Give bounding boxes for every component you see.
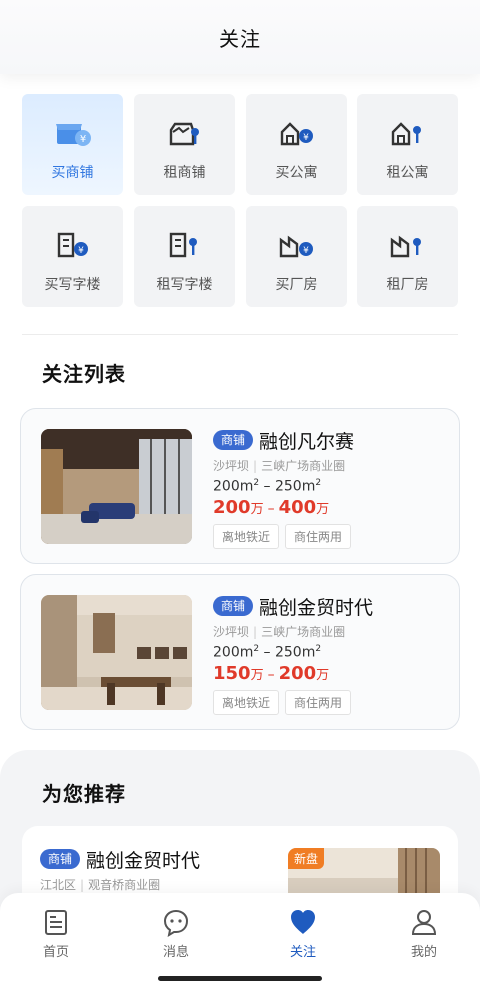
property-price: 150万 –200万 [213,662,330,684]
shop-rent-icon [169,122,199,146]
tab-messages[interactable]: 消息 [136,907,216,960]
category-label: 买公寓 [275,165,318,181]
property-name: 融创金贸时代 [259,596,374,619]
favorite-card[interactable]: 商铺 融创凡尔赛 沙坪坝 | 三峡广场商业圈 200m2 – 250m2 200万 –… [20,408,460,564]
property-image [41,429,192,544]
heart-icon [291,910,315,934]
property-info: 商铺 融创金贸时代 沙坪坝 | 三峡广场商业圈 200m2 – 250m2 150万… [213,593,453,715]
category-buy-shop[interactable]: ¥ 买商铺 [22,94,123,195]
main-content: ¥ 买商铺 租商铺 ¥ 买公寓 租公寓 ¥ 买写字楼 租写字楼 ¥ 买厂房 租厂… [0,74,480,984]
feature-badges: 离地铁近 商住两用 [213,523,453,549]
category-label: 租厂房 [386,277,429,293]
recommend-title: 为您推荐 [42,782,126,806]
tab-home[interactable]: 首页 [16,907,96,960]
category-label: 买厂房 [275,277,318,293]
tab-label: 消息 [162,945,189,960]
category-label: 买写字楼 [44,277,101,293]
tab-favorites[interactable]: 关注 [263,907,343,960]
business-area: 三峡广场商业圈 [261,625,346,639]
type-tag: 商铺 [213,430,254,450]
category-rent-office[interactable]: 租写字楼 [134,206,235,307]
svg-text:¥: ¥ [79,134,85,145]
favorite-card[interactable]: 商铺 融创金贸时代 沙坪坝 | 三峡广场商业圈 200m2 – 250m2 150万… [20,574,460,730]
business-area: 三峡广场商业圈 [261,459,346,473]
shop-buy-icon: ¥ [55,124,91,146]
tab-label: 首页 [42,945,69,960]
category-buy-factory[interactable]: ¥ 买厂房 [246,206,347,307]
office-buy-icon: ¥ [57,232,88,258]
property-area: 200m2 – 250m2 [213,478,322,495]
factory-buy-icon: ¥ [279,235,313,258]
feature-badge: 离地铁近 [213,689,280,715]
top-bar: 关注 [0,0,480,74]
district: 沙坪坝 [213,625,250,639]
category-label: 租写字楼 [156,277,213,293]
section-divider [22,334,458,335]
user-icon [411,910,437,935]
property-location: 沙坪坝 | 三峡广场商业圈 [213,459,346,473]
category-label: 租公寓 [386,165,429,181]
apartment-buy-icon: ¥ [280,122,313,146]
property-info: 商铺 融创凡尔赛 沙坪坝 | 三峡广场商业圈 200m2 – 250m2 200万 –… [213,427,453,549]
category-rent-apartment[interactable]: 租公寓 [357,94,458,195]
district: 沙坪坝 [213,459,250,473]
favorites-title: 关注列表 [42,362,126,386]
property-price: 200万 –400万 [213,496,330,518]
category-buy-office[interactable]: ¥ 买写字楼 [22,206,123,307]
tab-label: 我的 [410,945,437,960]
bottom-tab-bar: 首页 消息 关注 我的 [0,893,480,984]
category-buy-apartment[interactable]: ¥ 买公寓 [246,94,347,195]
property-location: 江北区 | 观音桥商业圈 [40,878,161,892]
feature-badge: 离地铁近 [213,523,280,549]
svg-text:¥: ¥ [303,246,309,256]
feature-badge: 商住两用 [285,523,352,549]
svg-text:¥: ¥ [78,246,84,256]
favorites-page: 关注 ¥ 买商铺 租商铺 ¥ 买公寓 租公寓 ¥ 买写字楼 租写字楼 ¥ 买厂房… [0,0,480,984]
property-name: 融创金贸时代 [86,849,201,872]
page-title: 关注 [219,26,261,51]
home-indicator [158,976,322,981]
property-info: 商铺 融创金贸时代 江北区 | 观音桥商业圈 [40,846,200,893]
message-icon [163,909,189,937]
category-label: 买商铺 [51,165,94,181]
apartment-rent-icon [391,122,421,146]
factory-rent-icon [390,235,421,258]
svg-text:¥: ¥ [303,133,309,143]
new-badge: 新盘 [288,848,325,869]
category-rent-shop[interactable]: 租商铺 [134,94,235,195]
category-rent-factory[interactable]: 租厂房 [357,206,458,307]
category-grid: ¥ 买商铺 租商铺 ¥ 买公寓 租公寓 ¥ 买写字楼 租写字楼 ¥ 买厂房 租厂… [0,74,480,336]
property-area: 200m2 – 250m2 [213,644,322,661]
property-location: 沙坪坝 | 三峡广场商业圈 [213,625,346,639]
category-label: 租商铺 [163,165,206,181]
type-tag: 商铺 [40,849,81,869]
feature-badges: 离地铁近 商住两用 [213,689,453,715]
home-icon [45,910,67,935]
feature-badge: 商住两用 [285,689,352,715]
tab-profile[interactable]: 我的 [384,907,464,960]
office-rent-icon [169,232,197,258]
district: 江北区 [40,878,77,892]
tab-label: 关注 [289,945,316,960]
property-image [41,595,192,710]
property-name: 融创凡尔赛 [259,430,355,453]
business-area: 观音桥商业圈 [88,878,161,892]
type-tag: 商铺 [213,596,254,616]
